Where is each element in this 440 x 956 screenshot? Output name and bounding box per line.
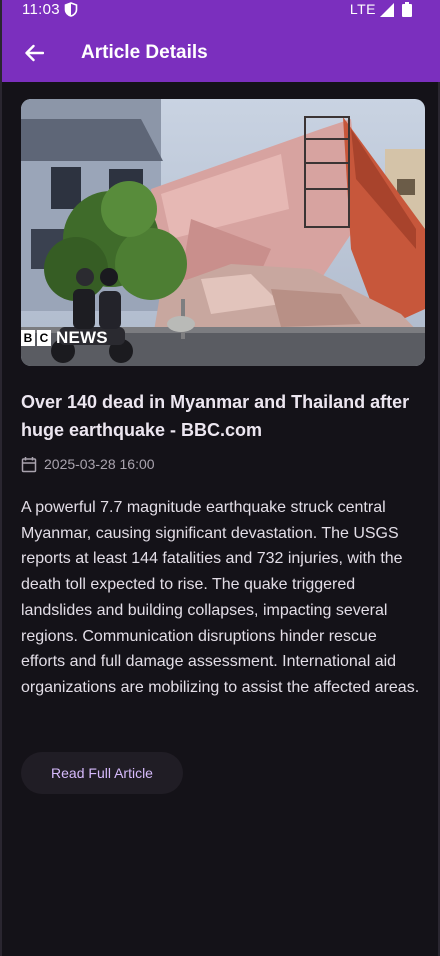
network-type: LTE [349, 1, 376, 17]
article-headline: Over 140 dead in Myanmar and Thailand af… [21, 392, 410, 440]
back-button[interactable] [16, 36, 52, 70]
bbc-news-logo: B C NEWS [21, 327, 108, 349]
signal-icon [380, 3, 394, 17]
article-meta: 2025-03-28 16:00 [21, 454, 155, 474]
logo-letter-b: B [21, 330, 35, 346]
app-bar: 11:03 LTE Article Details [2, 0, 440, 82]
arrow-back-icon [25, 44, 44, 62]
page-title: Article Details [81, 42, 208, 63]
shield-icon [64, 2, 78, 17]
battery-icon [402, 2, 412, 17]
logo-text: NEWS [56, 328, 108, 347]
article-body: A powerful 7.7 magnitude earthquake stru… [21, 499, 420, 696]
calendar-icon [21, 456, 37, 472]
read-full-article-button[interactable]: Read Full Article [21, 752, 183, 794]
status-bar: 11:03 LTE [2, 0, 440, 20]
status-time: 11:03 [22, 1, 60, 18]
logo-letter-c: C [37, 330, 51, 346]
screen: 11:03 LTE Article Details B C NEWS Over … [0, 0, 440, 956]
earthquake-photo [21, 99, 425, 366]
article-image: B C NEWS [21, 99, 425, 366]
article-date: 2025-03-28 16:00 [44, 456, 155, 472]
